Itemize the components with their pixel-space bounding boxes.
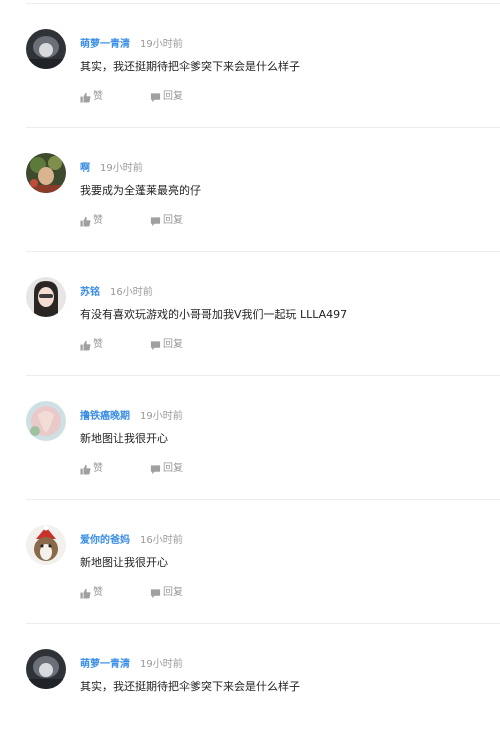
avatar[interactable] [26, 525, 66, 565]
like-label: 赞 [93, 339, 103, 350]
comment-item: 萌萝一青清 19小时前 其实，我还挺期待把伞爹突下来会是什么样子 [0, 624, 500, 748]
comment-item: 爱你的爸妈 16小时前 新地图让我很开心 赞 回复 [0, 500, 500, 624]
reply-button[interactable]: 回复 [150, 338, 183, 352]
timestamp: 19小时前 [100, 163, 143, 174]
reply-label: 回复 [163, 463, 183, 474]
comment-bubble-icon [150, 216, 161, 226]
reply-label: 回复 [163, 587, 183, 598]
thumbs-up-icon [80, 340, 91, 351]
comment-item: 撸铁癌晚期 19小时前 新地图让我很开心 赞 回复 [0, 376, 500, 500]
comment-item: 啊 19小时前 我要成为全蓬莱最亮的仔 赞 回复 [0, 128, 500, 252]
like-button[interactable]: 赞 [80, 338, 103, 352]
timestamp: 19小时前 [140, 659, 183, 670]
comment-text: 有没有喜欢玩游戏的小哥哥加我V我们一起玩 LLLA497 [80, 308, 348, 321]
thumbs-up-icon [80, 464, 91, 475]
reply-label: 回复 [163, 339, 183, 350]
comment-bubble-icon [150, 588, 161, 598]
comment-meta: 萌萝一青清 19小时前 [80, 38, 183, 52]
username-link[interactable]: 萌萝一青清 [80, 39, 130, 50]
comment-bubble-icon [150, 92, 161, 102]
timestamp: 16小时前 [140, 535, 183, 546]
comment-meta: 萌萝一青清 19小时前 [80, 658, 183, 672]
avatar[interactable] [26, 29, 66, 69]
comment-text: 新地图让我很开心 [80, 556, 168, 569]
thumbs-up-icon [80, 216, 91, 227]
timestamp: 19小时前 [140, 411, 183, 422]
username-link[interactable]: 萌萝一青清 [80, 659, 130, 670]
comment-meta: 啊 19小时前 [80, 162, 143, 176]
reply-button[interactable]: 回复 [150, 214, 183, 228]
comment-actions: 赞 回复 [80, 462, 183, 480]
like-label: 赞 [93, 91, 103, 102]
comment-meta: 苏铭 16小时前 [80, 286, 153, 300]
comment-item: 苏铭 16小时前 有没有喜欢玩游戏的小哥哥加我V我们一起玩 LLLA497 赞 回… [0, 252, 500, 376]
like-label: 赞 [93, 215, 103, 226]
username-link[interactable]: 苏铭 [80, 287, 100, 298]
like-label: 赞 [93, 463, 103, 474]
reply-button[interactable]: 回复 [150, 90, 183, 104]
like-button[interactable]: 赞 [80, 586, 103, 600]
reply-label: 回复 [163, 91, 183, 102]
comment-text: 其实，我还挺期待把伞爹突下来会是什么样子 [80, 60, 300, 73]
avatar[interactable] [26, 153, 66, 193]
comment-bubble-icon [150, 464, 161, 474]
username-link[interactable]: 啊 [80, 163, 90, 174]
comment-actions: 赞 回复 [80, 586, 183, 604]
username-link[interactable]: 撸铁癌晚期 [80, 411, 130, 422]
avatar[interactable] [26, 277, 66, 317]
like-button[interactable]: 赞 [80, 214, 103, 228]
comment-bubble-icon [150, 340, 161, 350]
comment-actions: 赞 回复 [80, 214, 183, 232]
comment-text: 新地图让我很开心 [80, 432, 168, 445]
avatar[interactable] [26, 401, 66, 441]
username-link[interactable]: 爱你的爸妈 [80, 535, 130, 546]
like-button[interactable]: 赞 [80, 90, 103, 104]
timestamp: 16小时前 [110, 287, 153, 298]
like-label: 赞 [93, 587, 103, 598]
avatar[interactable] [26, 649, 66, 689]
thumbs-up-icon [80, 588, 91, 599]
comment-meta: 撸铁癌晚期 19小时前 [80, 410, 183, 424]
comment-text: 我要成为全蓬莱最亮的仔 [80, 184, 201, 197]
reply-button[interactable]: 回复 [150, 462, 183, 476]
comment-meta: 爱你的爸妈 16小时前 [80, 534, 183, 548]
reply-button[interactable]: 回复 [150, 586, 183, 600]
like-button[interactable]: 赞 [80, 462, 103, 476]
thumbs-up-icon [80, 92, 91, 103]
comment-actions: 赞 回复 [80, 338, 183, 356]
comment-item: 萌萝一青清 19小时前 其实，我还挺期待把伞爹突下来会是什么样子 赞 回复 [0, 4, 500, 128]
reply-label: 回复 [163, 215, 183, 226]
comment-actions: 赞 回复 [80, 90, 183, 108]
timestamp: 19小时前 [140, 39, 183, 50]
